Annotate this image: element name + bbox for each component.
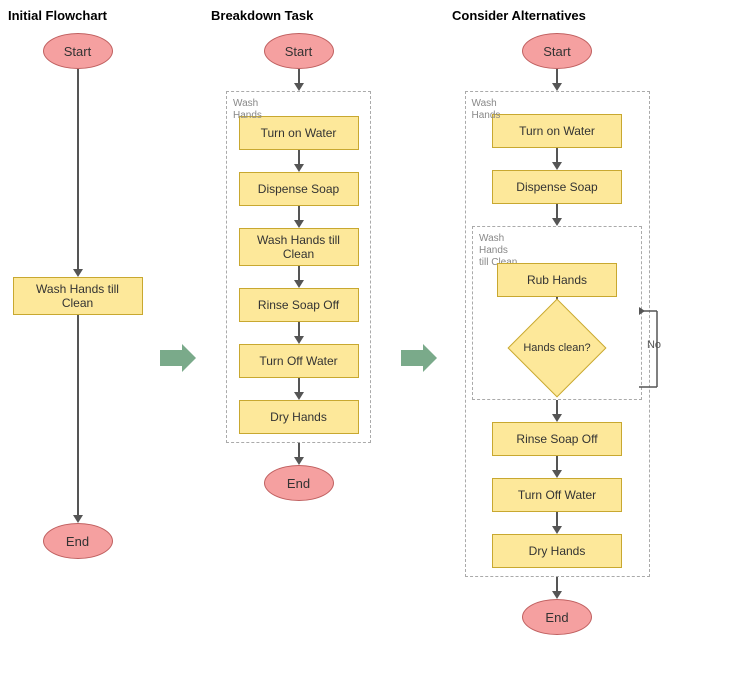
col2: Start Wash Hands Turn on Water Dispense … — [201, 33, 396, 635]
col1-end: End — [43, 523, 113, 559]
col1-header: Initial Flowchart — [8, 8, 107, 23]
col3-loop-arrow — [637, 307, 659, 397]
col3-outer-group: WashHands Turn on Water Dispense Soap Wa… — [465, 91, 650, 577]
col2-step5: Turn Off Water — [239, 344, 359, 378]
col2-step6: Dry Hands — [239, 400, 359, 434]
col3-diamond-label: Hands clean? — [523, 342, 590, 354]
col3-header: Consider Alternatives — [452, 8, 586, 23]
col2-header: Breakdown Task — [211, 8, 313, 23]
col1: Start Wash Hands till Clean End — [0, 33, 155, 635]
col3-group1-label: WashHands — [472, 98, 501, 122]
col1-connector1 — [73, 69, 83, 277]
col3-rub-hands: Rub Hands — [497, 263, 617, 297]
col3-step5: Dry Hands — [492, 534, 622, 568]
col3-inner-group: WashHandstill Clean Rub Hands Hands clea… — [472, 226, 642, 400]
col2-end: End — [264, 465, 334, 501]
col2-step4: Rinse Soap Off — [239, 288, 359, 322]
arrow1 — [155, 51, 201, 635]
col2-step2: Dispense Soap — [239, 172, 359, 206]
col3-step4: Turn Off Water — [492, 478, 622, 512]
arrow2 — [396, 51, 442, 635]
col2-step3: Wash Hands till Clean — [239, 228, 359, 266]
col3: Start WashHands Turn on Water Dispense S… — [442, 33, 682, 635]
col2-start: Start — [264, 33, 334, 69]
col2-group-label: Wash Hands — [233, 98, 262, 122]
col3-step3: Rinse Soap Off — [492, 422, 622, 456]
col1-connector2 — [73, 315, 83, 523]
col1-start: Start — [43, 33, 113, 69]
col3-start: Start — [522, 33, 592, 69]
col3-end: End — [522, 599, 592, 635]
col1-wash-hands: Wash Hands till Clean — [13, 277, 143, 315]
col3-step2: Dispense Soap — [492, 170, 622, 204]
col3-step1: Turn on Water — [492, 114, 622, 148]
col2-group: Wash Hands Turn on Water Dispense Soap W… — [226, 91, 371, 443]
